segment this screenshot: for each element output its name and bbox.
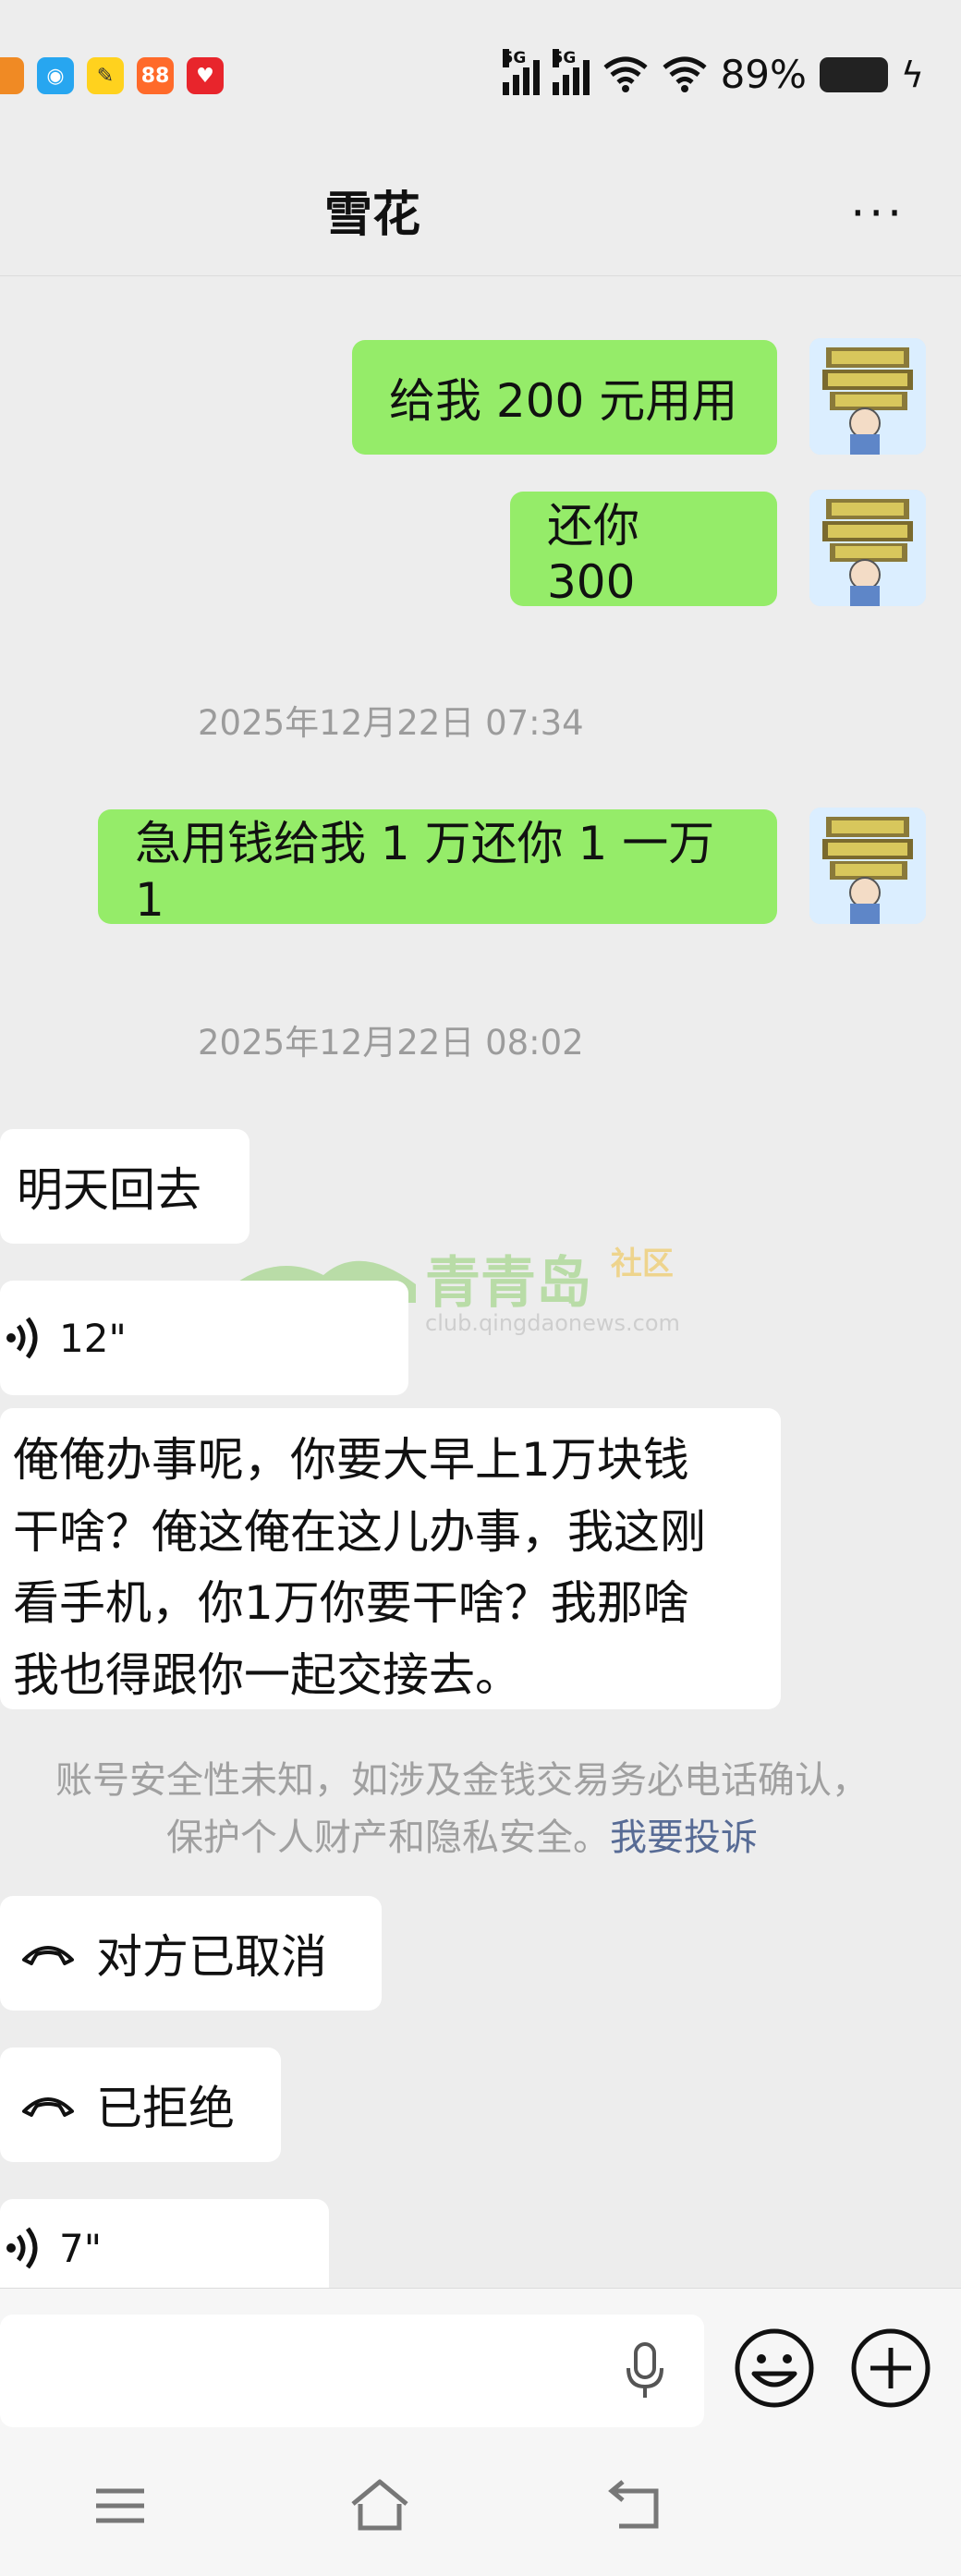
wifi-icon — [602, 56, 648, 92]
cellular-signal-icon: 5G — [502, 48, 540, 95]
incoming-message[interactable]: 明天回去 — [0, 1129, 249, 1244]
incoming-voice-message[interactable]: 7" — [0, 2199, 329, 2288]
outgoing-message[interactable]: 急用钱给我 1 万还你 1 一万 1 — [98, 809, 777, 927]
security-notice: 账号安全性未知，如涉及金钱交易务必电话确认， 保护个人财产和隐私安全。我要投诉 — [0, 1752, 924, 1866]
notice-line: 账号安全性未知，如涉及金钱交易务必电话确认， — [55, 1759, 869, 1802]
message-text-line: 干啥？俺这俺在这儿办事，我这刚 — [13, 1504, 706, 1559]
app-notification-icon: ♥ — [187, 57, 224, 94]
message-input[interactable] — [0, 2315, 704, 2427]
battery-icon — [819, 56, 888, 92]
message-text: 急用钱给我 1 万还你 1 一万 1 — [135, 817, 715, 927]
status-bar: ◉ ✎ 88 ♥ 5G 5G 89% ϟ — [0, 0, 961, 157]
emoji-icon[interactable] — [734, 2327, 815, 2409]
incoming-message[interactable]: 俺俺办事呢，你要大早上1万块钱 干啥？俺这俺在这儿办事，我这刚 看手机，你1万你… — [0, 1408, 781, 1709]
chat-title: 雪花 — [323, 188, 420, 243]
notification-icons: ◉ ✎ 88 ♥ — [0, 57, 224, 94]
battery-percent: 89% — [720, 52, 807, 97]
outgoing-message[interactable]: 给我 200 元用用 — [352, 340, 777, 455]
outgoing-message[interactable]: 还你 300 — [510, 492, 777, 609]
voice-duration: 7" — [59, 2225, 103, 2271]
incoming-voice-message[interactable]: 12" — [0, 1281, 408, 1395]
home-icon[interactable] — [347, 2476, 412, 2533]
watermark-name: 青青岛 — [425, 1251, 591, 1316]
add-more-icon[interactable] — [850, 2327, 931, 2409]
message-text: 给我 200 元用用 — [389, 374, 738, 428]
incoming-call-record[interactable]: 对方已取消 — [0, 1896, 382, 2011]
phone-hangup-icon — [22, 1946, 74, 1965]
message-text-line: 我也得跟你一起交接去。 — [13, 1647, 521, 1702]
voice-duration: 12" — [59, 1315, 127, 1361]
message-input-bar — [0, 2288, 961, 2436]
microphone-icon[interactable] — [625, 2342, 665, 2400]
call-status: 已拒绝 — [96, 2082, 235, 2135]
watermark-url: club.qingdaonews.com — [425, 1310, 680, 1336]
app-notification-icon: 88 — [137, 57, 174, 94]
charging-icon: ϟ — [900, 54, 924, 95]
app-notification-icon: ✎ — [87, 57, 124, 94]
app-notification-icon: ◉ — [37, 57, 74, 94]
report-link[interactable]: 我要投诉 — [610, 1817, 758, 1859]
watermark-tag: 社区 — [610, 1245, 674, 1282]
status-indicators: 5G 5G 89% ϟ — [502, 48, 924, 97]
phone-hangup-icon — [22, 2097, 74, 2117]
avatar[interactable] — [809, 808, 926, 924]
voice-wave-icon — [6, 1317, 38, 1359]
chat-header: 雪花 ··· — [0, 157, 961, 276]
voice-wave-icon — [6, 2227, 38, 2269]
message-text-line: 看手机，你1万你要干啥？我那啥 — [13, 1576, 689, 1630]
message-text-line: 俺俺办事呢，你要大早上1万块钱 — [13, 1433, 689, 1487]
more-options-icon[interactable]: ··· — [850, 187, 906, 240]
cellular-signal-icon: 5G — [552, 48, 590, 95]
menu-icon[interactable] — [92, 2485, 148, 2526]
avatar[interactable] — [809, 490, 926, 606]
message-timestamp: 2025年12月22日 07:34 — [198, 703, 584, 743]
wifi-icon — [662, 56, 707, 92]
app-notification-icon — [0, 57, 24, 94]
message-timestamp: 2025年12月22日 08:02 — [198, 1023, 584, 1063]
message-text: 明天回去 — [17, 1163, 201, 1217]
back-icon[interactable] — [606, 2478, 665, 2532]
message-text: 还你 300 — [547, 499, 639, 609]
call-status: 对方已取消 — [96, 1930, 327, 1984]
notice-line: 保护个人财产和隐私安全。 — [166, 1817, 610, 1859]
incoming-call-record[interactable]: 已拒绝 — [0, 2047, 281, 2162]
avatar[interactable] — [809, 338, 926, 455]
system-nav-bar — [0, 2436, 961, 2576]
